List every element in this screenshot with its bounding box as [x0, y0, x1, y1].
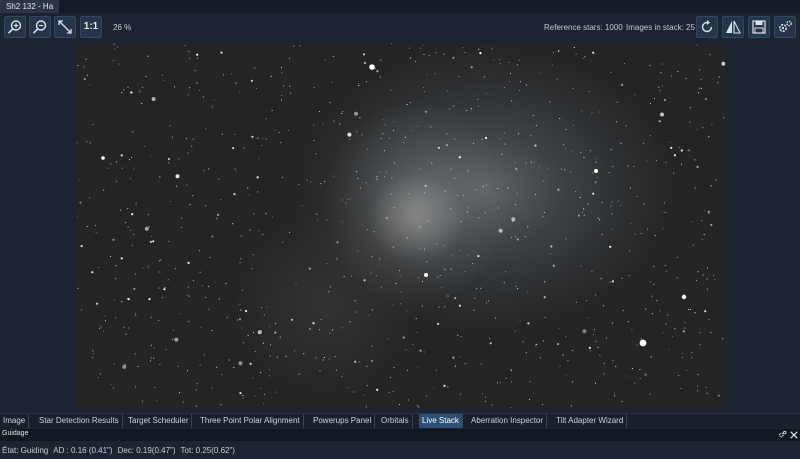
- zoom-in-button[interactable]: [4, 16, 26, 38]
- zoom-out-button[interactable]: [29, 16, 51, 38]
- save-button[interactable]: [748, 16, 770, 38]
- guiding-total: Tot: 0.25(0.62"): [180, 446, 235, 455]
- tab-orbitals[interactable]: Orbitals: [378, 414, 413, 428]
- guiding-ad: AD : 0.16 (0.41"): [53, 446, 113, 455]
- refresh-icon: [701, 20, 713, 33]
- guiding-title: Guidage: [2, 430, 29, 437]
- settings-icon[interactable]: [778, 430, 787, 439]
- document-tab-bar: Sh2 132 - Ha: [0, 0, 800, 13]
- image-canvas[interactable]: [0, 43, 800, 411]
- save-icon: [752, 20, 766, 34]
- tab-star-detection-results[interactable]: Star Detection Results: [36, 414, 123, 428]
- tab-live-stack[interactable]: Live Stack: [419, 414, 463, 428]
- close-icon[interactable]: [790, 431, 798, 439]
- reference-stars-count: Reference stars: 1000: [544, 23, 623, 32]
- fit-diagonal-icon: [58, 20, 72, 34]
- actual-size-button[interactable]: 1:1: [80, 16, 102, 38]
- tab-powerups-panel[interactable]: Powerups Panel: [310, 414, 376, 428]
- guiding-status-bar: État: Guiding AD : 0.16 (0.41") Dec: 0.19(…: [0, 443, 800, 459]
- flip-icon: [726, 20, 741, 34]
- guiding-dec: Dec: 0.19(0.47"): [117, 446, 176, 455]
- zoom-in-icon: [7, 20, 22, 34]
- guiding-state: État: Guiding: [2, 446, 49, 455]
- bottom-panel-tabs: Image Star Detection Results Target Schedu…: [0, 413, 800, 428]
- images-in-stack-count: Images in stack: 25: [626, 23, 695, 32]
- stacked-image[interactable]: [76, 43, 726, 408]
- settings-button[interactable]: [774, 16, 796, 38]
- tab-tilt-adapter-wizard[interactable]: Tilt Adapter Wizard: [553, 414, 628, 428]
- image-toolbar: 1:1 26 % Reference stars: 1000 Images in…: [0, 13, 800, 43]
- tab-target-scheduler[interactable]: Target Scheduler: [125, 414, 193, 428]
- settings-icon: [778, 20, 792, 33]
- document-tab[interactable]: Sh2 132 - Ha: [0, 0, 60, 13]
- flip-button[interactable]: [722, 16, 744, 38]
- star-field: [76, 43, 726, 408]
- tab-image[interactable]: Image: [0, 414, 30, 428]
- tab-aberration-inspector[interactable]: Aberration Inspector: [468, 414, 548, 428]
- tab-three-point-polar-alignment[interactable]: Three Point Polar Alignment: [197, 414, 304, 428]
- guiding-panel-header: Guidage: [0, 429, 800, 441]
- fit-to-screen-button[interactable]: [54, 16, 76, 38]
- actual-size-label: 1:1: [83, 21, 99, 32]
- zoom-level: 26 %: [113, 23, 132, 32]
- zoom-out-icon: [32, 20, 47, 34]
- refresh-button[interactable]: [696, 16, 718, 38]
